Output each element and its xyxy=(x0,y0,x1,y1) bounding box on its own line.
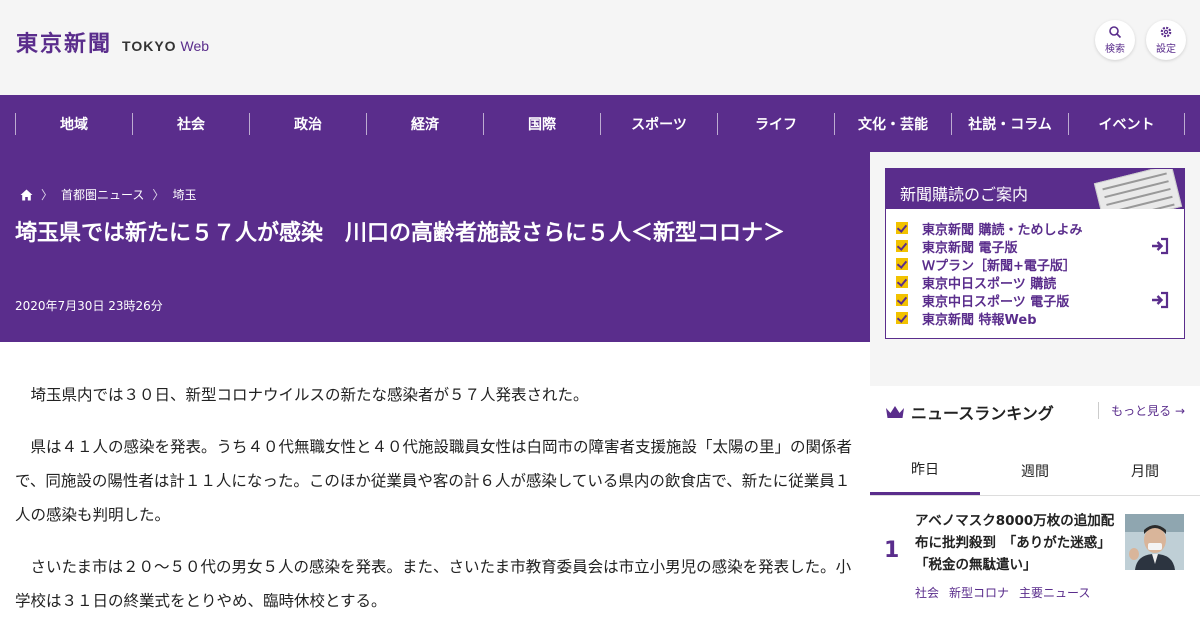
nav-item-life[interactable]: ライフ xyxy=(717,112,834,135)
newspaper-image xyxy=(1093,169,1183,209)
breadcrumb-item[interactable]: 埼玉 xyxy=(172,186,196,203)
site-logo[interactable]: 東京新聞 TOKYO Web xyxy=(16,26,209,58)
article-date: 2020年7月30日 23時26分 xyxy=(15,299,163,313)
settings-label: 設定 xyxy=(1156,44,1176,55)
tag-link[interactable]: 主要ニュース xyxy=(1019,584,1090,601)
home-icon[interactable] xyxy=(20,189,33,201)
checkbox-icon xyxy=(896,276,908,288)
breadcrumb-item[interactable]: 首都圏ニュース xyxy=(61,186,144,203)
ranking-number: 1 xyxy=(884,538,900,563)
checkbox-icon xyxy=(896,222,908,234)
ranking-tags: 社会 新型コロナ 主要ニュース xyxy=(915,584,1090,601)
ranking-tabs: 昨日 週間 月間 xyxy=(870,446,1200,496)
article-paragraph: 県は４１人の感染を発表。うち４０代無職女性と４０代施設職員女性は白岡市の障害者支… xyxy=(15,438,853,524)
subscription-link-label: 東京新聞 購読・ためしよみ xyxy=(922,222,1083,238)
subscription-list: 東京新聞 購読・ためしよみ 東京新聞 電子版 Ｗプラン［新聞+電子版］ 東京中日… xyxy=(886,209,1184,328)
more-link[interactable]: もっと見る → xyxy=(1098,402,1185,419)
breadcrumb-separator: 〉 xyxy=(152,188,165,202)
breadcrumb-separator: 〉 xyxy=(41,188,54,202)
article-body: 埼玉県内では３０日、新型コロナウイルスの新たな感染者が５７人発表された。 県は４… xyxy=(0,342,870,630)
settings-button[interactable]: 設定 xyxy=(1146,20,1186,60)
nav-item-international[interactable]: 国際 xyxy=(483,112,600,135)
subscription-link[interactable]: 東京中日スポーツ 電子版 xyxy=(896,291,1184,310)
gear-icon xyxy=(1160,26,1172,38)
tab-yesterday[interactable]: 昨日 xyxy=(870,446,980,495)
subscription-link-label: 東京新聞 特報Web xyxy=(922,312,1037,328)
main-nav: 地域 社会 政治 経済 国際 スポーツ ライフ 文化・芸能 社説・コラム イベン… xyxy=(0,95,1200,152)
ranking-header: ニュースランキング もっと見る → xyxy=(885,400,1185,424)
checkbox-icon xyxy=(896,312,908,324)
nav-item-culture[interactable]: 文化・芸能 xyxy=(834,112,951,135)
tag-link[interactable]: 新型コロナ xyxy=(949,584,1009,601)
crown-icon xyxy=(886,406,904,418)
subscription-link[interactable]: 東京新聞 購読・ためしよみ xyxy=(896,219,1184,238)
article-title: 埼玉県では新たに５７人が感染 川口の高齢者施設さらに５人＜新型コロナ＞ xyxy=(15,221,786,246)
nav-item-economy[interactable]: 経済 xyxy=(366,112,483,135)
ranking-thumbnail[interactable] xyxy=(1125,514,1184,570)
logo-kanji: 東京新聞 xyxy=(16,31,113,57)
more-link-label: もっと見る xyxy=(1111,404,1172,418)
subscription-link[interactable]: 東京中日スポーツ 購読 xyxy=(896,273,1184,292)
article-header: 〉 首都圏ニュース 〉 埼玉 埼玉県では新たに５７人が感染 川口の高齢者施設さら… xyxy=(0,152,870,342)
search-label: 検索 xyxy=(1105,44,1125,55)
subscription-link-label: 東京中日スポーツ 購読 xyxy=(922,276,1057,292)
search-icon xyxy=(1109,26,1122,39)
tab-weekly[interactable]: 週間 xyxy=(980,446,1090,495)
nav-item-region[interactable]: 地域 xyxy=(15,112,132,135)
ranking-headline[interactable]: アベノマスク8000万枚の追加配布に批判殺到 「ありがた迷惑」「税金の無駄遣い」 xyxy=(915,510,1115,576)
article-paragraph: 埼玉県内では３０日、新型コロナウイルスの新たな感染者が５７人発表された。 xyxy=(30,386,589,404)
sidebar-promo-area: 新聞購読のご案内 東京新聞 購読・ためしよみ 東京新聞 電子版 Ｗプラン［新聞+… xyxy=(870,152,1200,386)
subscription-link[interactable]: 東京新聞 特報Web xyxy=(896,309,1184,328)
checkbox-icon xyxy=(896,240,908,252)
nav-item-sports[interactable]: スポーツ xyxy=(600,112,717,135)
subscription-link[interactable]: 東京新聞 電子版 xyxy=(896,237,1184,256)
logo-web: Web xyxy=(180,38,210,54)
subscription-title: 新聞購読のご案内 xyxy=(900,185,1029,204)
article-paragraph: さいたま市は２０～５０代の男女５人の感染を発表。また、さいたま市教育委員会は市立… xyxy=(15,558,852,610)
checkbox-icon xyxy=(896,258,908,270)
logo-tokyo: TOKYO xyxy=(122,38,177,54)
breadcrumb: 〉 首都圏ニュース 〉 埼玉 xyxy=(20,186,196,203)
nav-item-editorial[interactable]: 社説・コラム xyxy=(951,112,1068,135)
tab-monthly[interactable]: 月間 xyxy=(1090,446,1200,495)
nav-item-society[interactable]: 社会 xyxy=(132,112,249,135)
arrow-right-icon: → xyxy=(1174,404,1185,418)
ranking-title: ニュースランキング xyxy=(911,404,1054,423)
login-icon[interactable] xyxy=(1150,291,1170,309)
subscription-link-label: 東京中日スポーツ 電子版 xyxy=(922,294,1070,310)
nav-item-politics[interactable]: 政治 xyxy=(249,112,366,135)
subscription-header: 新聞購読のご案内 xyxy=(886,169,1184,209)
site-header: 東京新聞 TOKYO Web 検索 設定 xyxy=(0,0,1200,95)
nav-item-events[interactable]: イベント xyxy=(1068,112,1185,135)
subscription-link[interactable]: Ｗプラン［新聞+電子版］ xyxy=(896,255,1184,274)
tag-link[interactable]: 社会 xyxy=(915,584,939,601)
login-icon[interactable] xyxy=(1150,237,1170,255)
subscription-box: 新聞購読のご案内 東京新聞 購読・ためしよみ 東京新聞 電子版 Ｗプラン［新聞+… xyxy=(885,168,1185,339)
news-ranking: ニュースランキング もっと見る → 昨日 週間 月間 1 アベノマスク8000万… xyxy=(870,386,1200,630)
person-photo-icon xyxy=(1125,514,1184,570)
search-button[interactable]: 検索 xyxy=(1095,20,1135,60)
subscription-link-label: 東京新聞 電子版 xyxy=(922,240,1018,256)
checkbox-icon xyxy=(896,294,908,306)
subscription-link-label: Ｗプラン［新聞+電子版］ xyxy=(922,258,1076,274)
